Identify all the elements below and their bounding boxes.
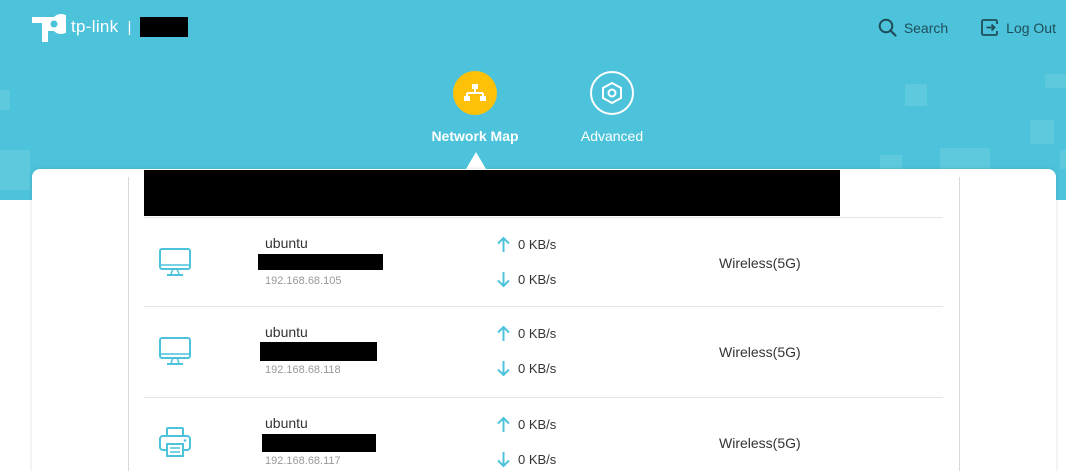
device-ip: 192.168.68.118 bbox=[265, 364, 341, 376]
arrow-up-icon bbox=[497, 325, 510, 341]
device-name: ubuntu bbox=[265, 324, 308, 340]
upload-rate: 0 KB/s bbox=[497, 416, 556, 433]
logout-button[interactable]: Log Out bbox=[980, 18, 1056, 37]
arrow-down-icon bbox=[497, 361, 510, 377]
upload-rate: 0 KB/s bbox=[497, 325, 556, 342]
gear-icon bbox=[590, 71, 634, 115]
network-map-icon bbox=[453, 71, 497, 115]
main-nav: Network Map Advanced bbox=[430, 71, 657, 144]
redacted-mac bbox=[262, 434, 376, 452]
search-label: Search bbox=[903, 19, 949, 36]
download-rate-value: 0 KB/s bbox=[518, 452, 557, 467]
arrow-down-icon bbox=[497, 452, 510, 468]
redacted-list-header bbox=[144, 170, 840, 216]
arrow-down-icon bbox=[497, 272, 510, 288]
logout-label: Log Out bbox=[1006, 19, 1056, 36]
active-tab-pointer bbox=[466, 152, 486, 169]
device-name: ubuntu bbox=[265, 235, 308, 251]
search-button[interactable]: Search bbox=[878, 18, 948, 37]
download-rate: 0 KB/s bbox=[497, 360, 556, 377]
upload-rate-value: 0 KB/s bbox=[518, 326, 557, 341]
tab-advanced[interactable]: Advanced bbox=[567, 71, 657, 144]
logo-text: tp-link bbox=[71, 17, 119, 36]
connection-type: Wireless(5G) bbox=[719, 435, 801, 451]
panel-right-border bbox=[959, 177, 960, 471]
device-name: ubuntu bbox=[265, 415, 308, 431]
upload-rate-value: 0 KB/s bbox=[518, 417, 557, 432]
device-ip: 192.168.68.117 bbox=[265, 455, 341, 467]
monitor-icon bbox=[159, 337, 191, 365]
download-rate: 0 KB/s bbox=[497, 271, 556, 288]
tp-link-logo-icon bbox=[32, 14, 66, 42]
header-actions: Search Log Out bbox=[878, 18, 1056, 37]
redacted-model-name bbox=[140, 17, 189, 37]
search-icon bbox=[878, 18, 897, 37]
upload-rate-value: 0 KB/s bbox=[518, 237, 557, 252]
connection-type: Wireless(5G) bbox=[719, 255, 801, 271]
download-rate: 0 KB/s bbox=[497, 451, 556, 468]
device-ip: 192.168.68.105 bbox=[265, 275, 342, 287]
upload-rate: 0 KB/s bbox=[497, 236, 556, 253]
arrow-up-icon bbox=[497, 416, 510, 432]
table-row[interactable]: ubuntu 192.168.68.118 0 KB/s 0 KB/s Wire… bbox=[144, 307, 943, 397]
printer-icon bbox=[159, 427, 191, 457]
panel-left-border bbox=[128, 177, 129, 471]
tab-advanced-label: Advanced bbox=[580, 128, 644, 144]
redacted-mac bbox=[258, 254, 383, 270]
redacted-mac bbox=[260, 342, 377, 361]
tab-network-map[interactable]: Network Map bbox=[430, 71, 520, 144]
table-row[interactable]: ubuntu 192.168.68.117 0 KB/s 0 KB/s Wire… bbox=[144, 398, 943, 471]
download-rate-value: 0 KB/s bbox=[518, 361, 557, 376]
connection-type: Wireless(5G) bbox=[719, 344, 801, 360]
tab-network-map-label: Network Map bbox=[431, 128, 519, 144]
table-row[interactable]: ubuntu 192.168.68.105 0 KB/s 0 KB/s Wire… bbox=[144, 218, 943, 308]
download-rate-value: 0 KB/s bbox=[518, 272, 557, 287]
logo-separator: | bbox=[127, 18, 132, 36]
logout-icon bbox=[981, 19, 999, 36]
arrow-up-icon bbox=[497, 236, 510, 252]
tp-link-logo: tp-link | bbox=[30, 10, 189, 44]
monitor-icon bbox=[159, 248, 191, 276]
